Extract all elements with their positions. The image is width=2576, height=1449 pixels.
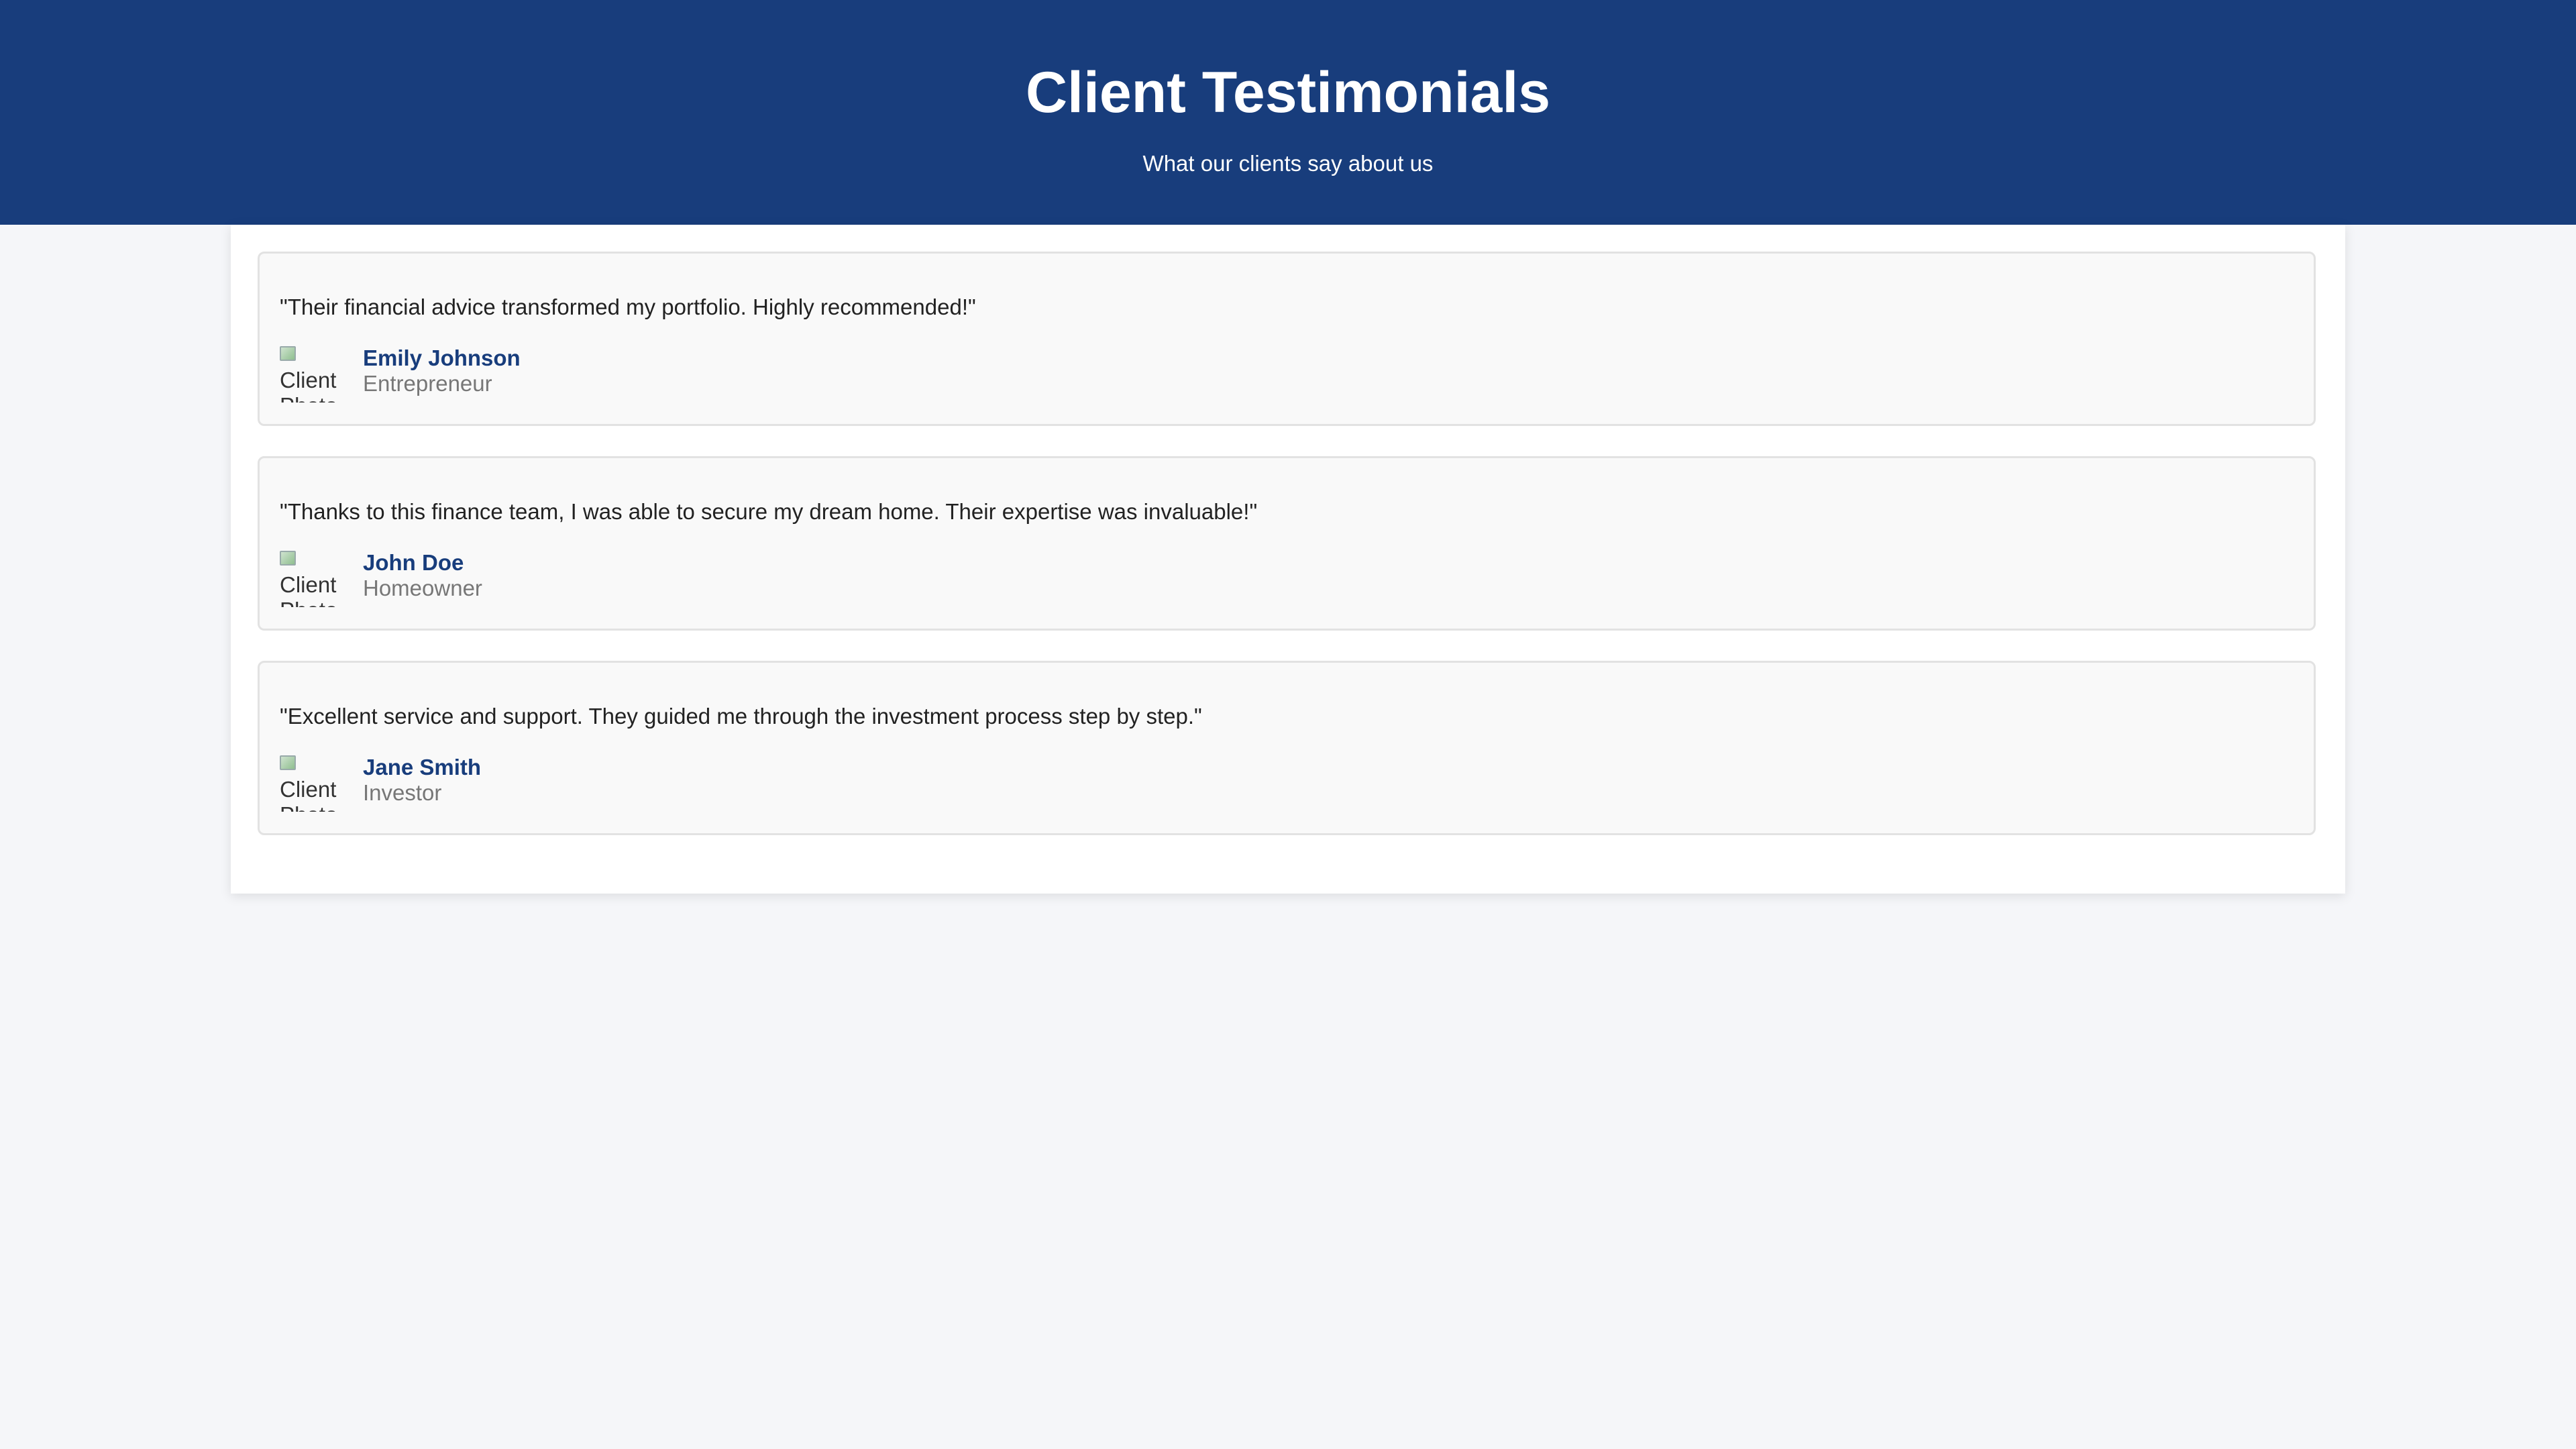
- client-name: Emily Johnson: [363, 345, 521, 370]
- testimonial-card: "Their financial advice transformed my p…: [258, 252, 2316, 426]
- client-role: Investor: [363, 780, 442, 805]
- broken-image-icon: [280, 755, 296, 770]
- client-name: John Doe: [363, 550, 464, 575]
- broken-image-icon: [280, 551, 296, 566]
- testimonial-card: "Excellent service and support. They gui…: [258, 661, 2316, 835]
- testimonial-quote: "Thanks to this finance team, I was able…: [280, 499, 1258, 524]
- page-header: Client Testimonials What our clients say…: [0, 0, 2576, 225]
- testimonial-card: "Thanks to this finance team, I was able…: [258, 456, 2316, 631]
- broken-image-icon: [280, 346, 296, 361]
- client-name: Jane Smith: [363, 755, 482, 780]
- page-title: Client Testimonials: [1025, 60, 1551, 125]
- client-photo: Client Photo: [280, 751, 340, 812]
- client-photo-alt: Client Photo: [280, 777, 337, 812]
- client-photo: Client Photo: [280, 547, 340, 607]
- client-role: Entrepreneur: [363, 371, 492, 396]
- client-role: Homeowner: [363, 576, 482, 600]
- client-photo-alt: Client Photo: [280, 368, 337, 402]
- testimonial-quote: "Excellent service and support. They gui…: [280, 704, 1202, 729]
- page-subtitle: What our clients say about us: [1142, 151, 1434, 176]
- testimonials-container: "Their financial advice transformed my p…: [231, 225, 2345, 894]
- client-photo-alt: Client Photo: [280, 572, 337, 607]
- client-photo: Client Photo: [280, 342, 340, 402]
- testimonial-quote: "Their financial advice transformed my p…: [280, 294, 976, 319]
